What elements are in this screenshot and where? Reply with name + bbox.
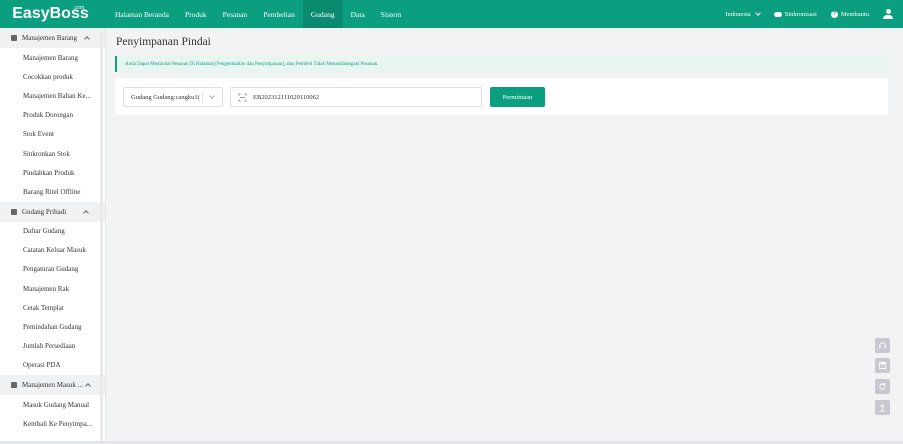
scan-icon	[238, 93, 247, 102]
sidebar-item[interactable]: Manajemen Rak	[0, 279, 105, 298]
sidebar-item[interactable]: Manajemen Barang	[0, 48, 105, 67]
question-icon: ?	[830, 10, 838, 18]
nav-products[interactable]: Produk	[177, 0, 215, 28]
sidebar-item[interactable]: Pindahkan Produk	[0, 163, 105, 182]
alert-text: Anda Dapat Memindai Pesanan Di Halaman […	[125, 61, 379, 67]
nav-home[interactable]: Halaman Beranda	[107, 0, 177, 28]
top-right-actions: Indonesia Sinkronisasi ? Membantu	[725, 0, 893, 28]
sidebar-item[interactable]: Manajemen Bahan Ke...	[0, 86, 105, 105]
sync-label: Sinkronisasi	[784, 10, 817, 18]
sidebar-item[interactable]: Pengaturan Gudang	[0, 260, 105, 279]
language-label: Indonesia	[725, 10, 751, 18]
sidebar-item[interactable]: Catatan Keluar Masuk	[0, 241, 105, 260]
sidebar-item[interactable]: Kembali Ke Penyimpa...	[0, 414, 105, 433]
sidebar-item[interactable]: Sinkronkan Stok	[0, 144, 105, 163]
scan-input[interactable]: EB20231211102911006​2	[230, 87, 482, 107]
request-button[interactable]: Permintaan	[490, 87, 545, 107]
inbox-icon	[11, 382, 17, 388]
chevron-down-icon	[209, 93, 215, 99]
nav-orders[interactable]: Pesanan	[215, 0, 256, 28]
chevron-up-icon	[83, 209, 89, 216]
tag-icon	[11, 35, 17, 41]
warehouse-select[interactable]: Gudang Gudang:cangku1(	[123, 87, 223, 107]
nav-data[interactable]: Data	[343, 0, 373, 28]
group-title: Manajemen Barang	[22, 34, 78, 42]
sidebar-item[interactable]: Jumlah Persediaan	[0, 337, 105, 356]
sidebar-item[interactable]: Stok Event	[0, 125, 105, 144]
save-button[interactable]	[875, 358, 890, 373]
sync-button[interactable]: Sinkronisasi	[773, 10, 817, 18]
sidebar-group-private-warehouse[interactable]: Gudang Pribadi	[0, 201, 105, 222]
nav-warehouse[interactable]: Gudang	[302, 0, 343, 28]
brand-suffix: .com	[73, 5, 84, 11]
sidebar-group-product-management[interactable]: Manajemen Barang	[0, 28, 105, 48]
save-icon	[878, 361, 887, 370]
cloud-icon	[773, 11, 782, 17]
info-alert: Anda Dapat Memindai Pesanan Di Halaman […	[115, 56, 887, 72]
sidebar-item[interactable]: Daftar Gudang	[0, 222, 105, 241]
help-button[interactable]: ? Membantu	[830, 10, 869, 18]
customer-service-button[interactable]	[875, 338, 890, 353]
sidebar: Manajemen Barang Manajemen Barang Cocokk…	[0, 28, 106, 444]
nav-purchasing[interactable]: Pembelian	[255, 0, 303, 28]
brand-logo[interactable]: EasyBoss .com	[0, 0, 101, 28]
sidebar-item[interactable]: Cocokkan produk	[0, 67, 105, 86]
chevron-down-icon	[754, 10, 761, 16]
refresh-button[interactable]	[875, 379, 890, 394]
group-title: Gudang Pribadi	[22, 207, 67, 216]
headset-icon	[879, 342, 886, 349]
nav-system[interactable]: Sistem	[373, 0, 409, 28]
scan-input-value: EB20231211102911006​2	[253, 93, 320, 101]
sidebar-item[interactable]: Masuk Gudang Manual	[0, 395, 105, 414]
language-selector[interactable]: Indonesia	[725, 10, 761, 18]
upload-icon	[879, 404, 886, 412]
sidebar-item[interactable]: Cetak Templat	[0, 298, 105, 317]
help-label: Membantu	[840, 10, 869, 18]
back-to-top-button[interactable]	[875, 400, 890, 415]
warehouse-select-value: Gudang Gudang:cangku1(	[131, 93, 200, 101]
refresh-icon	[879, 382, 886, 390]
sidebar-group-inbound-management[interactable]: Manajemen Masuk ...	[0, 375, 105, 395]
sidebar-item[interactable]: Operasi PDA	[0, 356, 105, 375]
warehouse-icon	[11, 208, 17, 215]
scan-panel: Gudang Gudang:cangku1( EB202312111029110…	[115, 78, 888, 115]
top-nav-bar: EasyBoss .com Halaman Beranda Produk Pes…	[0, 0, 903, 28]
main-nav: Halaman Beranda Produk Pesanan Pembelian…	[107, 0, 409, 28]
sidebar-scrollbar[interactable]	[100, 32, 103, 444]
chevron-up-icon	[85, 383, 91, 389]
sidebar-item[interactable]: Produk Dorongan	[0, 106, 105, 125]
user-icon[interactable]	[883, 8, 893, 20]
page-title: Penyimpanan Pindai	[116, 36, 211, 48]
chevron-up-icon	[84, 36, 90, 42]
sidebar-item[interactable]: Barang Ritel Offline	[0, 182, 105, 201]
group-title: Manajemen Masuk ...	[22, 381, 83, 389]
sidebar-item[interactable]: Pemindahan Gudang	[0, 317, 105, 336]
